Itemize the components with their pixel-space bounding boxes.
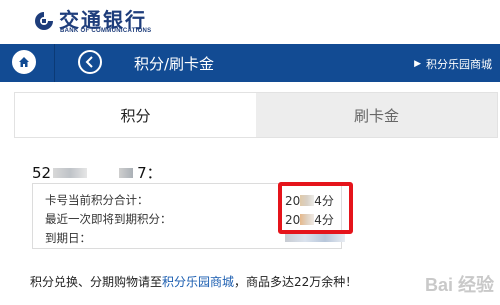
expiry-date-label: 到期日：: [45, 231, 91, 245]
card-number-suffix: 7：: [137, 164, 162, 182]
points-mall-link[interactable]: ▶ 积分乐园商城: [414, 56, 492, 72]
caret-right-icon: ▶: [414, 59, 421, 69]
card-number-mask-2: [119, 167, 134, 178]
back-button[interactable]: [78, 50, 102, 74]
card-number-prefix: 52: [32, 163, 52, 182]
card-number-mask: [53, 167, 88, 178]
nav-divider: [54, 44, 55, 82]
watermark: Bai 经验: [424, 275, 494, 295]
logo-bar: 交通银行 BANK OF COMMUNICATIONS: [0, 0, 500, 44]
back-arrow-icon: [85, 56, 93, 68]
page-title: 积分/刷卡金: [134, 55, 215, 73]
highlight-annotation: [278, 182, 353, 234]
tab-card-rebate[interactable]: 刷卡金: [256, 93, 497, 137]
promo-text-before: 积分兑换、分期购物请至: [30, 275, 163, 289]
brand-name-en: BANK OF COMMUNICATIONS: [60, 28, 152, 34]
navbar: 积分/刷卡金 ▶ 积分乐园商城: [0, 44, 500, 82]
tab-points[interactable]: 积分: [15, 93, 256, 137]
home-button[interactable]: [12, 50, 36, 74]
promo-mall-link[interactable]: 积分乐园商城: [162, 275, 234, 289]
expiring-points-label: 最近一次即将到期积分：: [45, 212, 172, 226]
promo-text-after: ，商品多达22万余种！: [234, 275, 358, 289]
home-icon: [19, 57, 29, 67]
points-total-label: 卡号当前积分合计：: [45, 193, 149, 207]
expiry-date-mask: [285, 234, 345, 242]
tab-bar: 积分 刷卡金: [14, 92, 498, 138]
bocom-logo-icon: [35, 12, 53, 30]
points-mall-link-label: 积分乐园商城: [426, 58, 492, 71]
promo-text: 积分兑换、分期购物请至积分乐园商城，商品多达22万余种！: [30, 273, 357, 290]
card-number: 52 7：: [32, 162, 162, 183]
